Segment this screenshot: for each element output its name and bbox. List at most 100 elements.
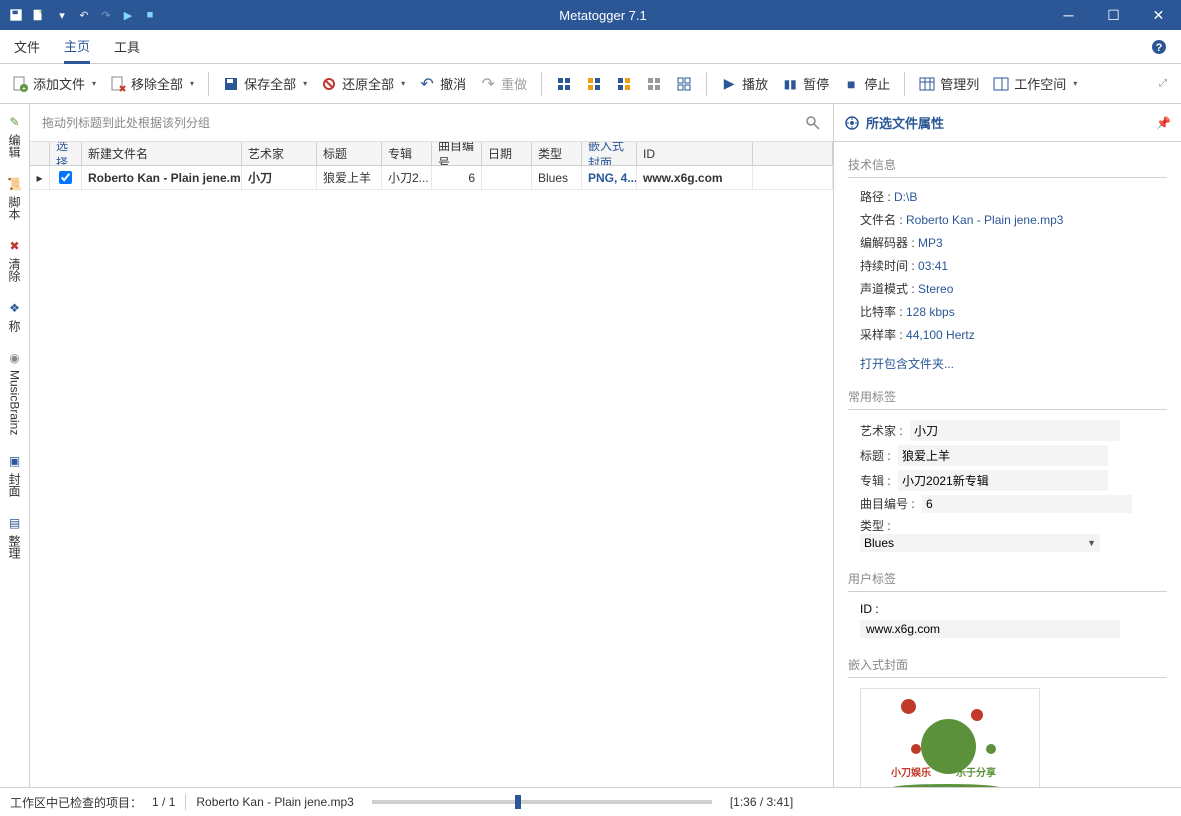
cover-preview[interactable]: 小刀娱乐 乐于分享 xyxy=(860,688,1040,787)
pause-icon: ▮▮ xyxy=(782,76,798,92)
table-row[interactable]: ▸ Roberto Kan - Plain jene.mp3 小刀 狼爱上羊 小… xyxy=(30,166,833,190)
cell-track[interactable]: 6 xyxy=(432,166,482,189)
field-genre[interactable]: 类型 : Blues▼ xyxy=(860,517,1167,552)
sidebar-item-edit[interactable]: ✎编辑 xyxy=(6,110,23,162)
search-icon[interactable] xyxy=(805,115,821,131)
panel-body: 技术信息 路径 : D:\B 文件名 : Roberto Kan - Plain… xyxy=(834,142,1181,787)
th-last[interactable] xyxy=(753,142,833,165)
workspace-button[interactable]: 工作空间▾ xyxy=(987,70,1083,97)
sidebar-item-cover[interactable]: ▣封面 xyxy=(6,449,23,501)
grid-icon xyxy=(556,76,572,92)
playback-slider[interactable] xyxy=(372,800,712,804)
field-id[interactable]: ID : www.x6g.com xyxy=(860,602,1167,638)
th-select[interactable]: 选择 xyxy=(50,142,82,165)
minimize-button[interactable]: ─ xyxy=(1046,0,1091,30)
panel-header: 所选文件属性 📌 xyxy=(834,104,1181,142)
qat-play-icon[interactable]: ▶ xyxy=(118,5,138,25)
status-checked-label: 工作区中已检查的项目： xyxy=(10,794,142,811)
kv-channel: 声道模式 : Stereo xyxy=(860,280,1167,297)
kv-duration: 持续时间 : 03:41 xyxy=(860,257,1167,274)
undo-button[interactable]: ↶ 撤消 xyxy=(413,70,472,97)
sidebar-item-musicbrainz[interactable]: ◉MusicBrainz xyxy=(7,346,23,439)
close-button[interactable]: ✕ xyxy=(1136,0,1181,30)
view-grid5[interactable] xyxy=(670,72,698,96)
th-id[interactable]: ID xyxy=(637,142,753,165)
section-cover: 嵌入式封面 xyxy=(848,656,1167,678)
tab-tools[interactable]: 工具 xyxy=(114,30,140,64)
chevron-down-icon: ▾ xyxy=(401,79,405,88)
sidebar-item-organize[interactable]: ▤整理 xyxy=(6,511,23,563)
th-cover[interactable]: 嵌入式封面 xyxy=(582,142,637,165)
pause-button[interactable]: ▮▮ 暂停 xyxy=(776,70,835,97)
view-grid4[interactable] xyxy=(640,72,668,96)
help-icon[interactable]: ? xyxy=(1151,39,1167,55)
add-file-button[interactable]: + 添加文件▾ xyxy=(6,70,102,97)
qat-redo-icon[interactable]: ↷ xyxy=(96,5,116,25)
group-by-hint[interactable]: 拖动列标题到此处根据该列分组 xyxy=(30,104,833,142)
manage-cols-button[interactable]: 管理列 xyxy=(913,70,985,97)
properties-icon xyxy=(844,115,860,131)
open-folder-link[interactable]: 打开包含文件夹... xyxy=(860,355,1167,372)
tab-home[interactable]: 主页 xyxy=(64,30,90,64)
expand-ribbon[interactable]: ⤢ xyxy=(1159,78,1175,89)
sidebar-item-clean[interactable]: ✖清除 xyxy=(6,234,23,286)
cell-genre[interactable]: Blues xyxy=(532,166,582,189)
remove-all-button[interactable]: 移除全部▾ xyxy=(104,70,200,97)
qat-dropdown[interactable]: ▾ xyxy=(52,5,72,25)
th-track[interactable]: 曲目编号 xyxy=(432,142,482,165)
file-table-area: 拖动列标题到此处根据该列分组 选择 新建文件名 艺术家 标题 专辑 曲目编号 日… xyxy=(30,104,833,787)
sidebar-item-identify[interactable]: ❖称 xyxy=(6,296,23,336)
status-current-file: Roberto Kan - Plain jene.mp3 xyxy=(196,795,353,809)
layout-icon xyxy=(993,76,1009,92)
restore-icon xyxy=(321,76,337,92)
chevron-down-icon: ▼ xyxy=(1087,538,1096,548)
view-grid1[interactable] xyxy=(550,72,578,96)
field-track[interactable]: 曲目编号 : 6 xyxy=(860,495,1167,513)
view-grid2[interactable] xyxy=(580,72,608,96)
tab-file[interactable]: 文件 xyxy=(14,30,40,64)
sidebar-item-script[interactable]: 📜脚本 xyxy=(6,172,23,224)
redo-icon: ↷ xyxy=(480,76,496,92)
th-indicator[interactable] xyxy=(30,142,50,165)
th-artist[interactable]: 艺术家 xyxy=(242,142,317,165)
field-album[interactable]: 专辑 : 小刀2021新专辑 xyxy=(860,470,1167,491)
svg-text:+: + xyxy=(39,8,44,16)
cell-title[interactable]: 狼爱上羊 xyxy=(317,166,382,189)
qat: + ▾ ↶ ↷ ▶ ■ xyxy=(0,5,160,25)
play-button[interactable]: ▶ 播放 xyxy=(715,70,774,97)
qat-add-icon[interactable]: + xyxy=(28,5,48,25)
th-genre[interactable]: 类型 xyxy=(532,142,582,165)
row-indicator: ▸ xyxy=(30,166,50,189)
grid-icon xyxy=(646,76,662,92)
qat-undo-icon[interactable]: ↶ xyxy=(74,5,94,25)
maximize-button[interactable]: ☐ xyxy=(1091,0,1136,30)
status-time: [1:36 / 3:41] xyxy=(730,795,793,809)
th-album[interactable]: 专辑 xyxy=(382,142,432,165)
field-artist[interactable]: 艺术家 : 小刀 xyxy=(860,420,1167,441)
th-title[interactable]: 标题 xyxy=(317,142,382,165)
qat-save-icon[interactable] xyxy=(6,5,26,25)
th-date[interactable]: 日期 xyxy=(482,142,532,165)
cell-filename[interactable]: Roberto Kan - Plain jene.mp3 xyxy=(82,166,242,189)
stop-button[interactable]: ■ 停止 xyxy=(837,70,896,97)
cell-id[interactable]: www.x6g.com xyxy=(637,166,753,189)
restore-all-button[interactable]: 还原全部▾ xyxy=(315,70,411,97)
cell-album[interactable]: 小刀2... xyxy=(382,166,432,189)
kv-sample: 采样率 : 44,100 Hertz xyxy=(860,326,1167,343)
cell-artist[interactable]: 小刀 xyxy=(242,166,317,189)
row-checkbox[interactable] xyxy=(50,166,82,189)
save-all-button[interactable]: 保存全部▾ xyxy=(217,70,313,97)
th-filename[interactable]: 新建文件名 xyxy=(82,142,242,165)
cell-cover[interactable]: PNG, 4... xyxy=(582,166,637,189)
field-title[interactable]: 标题 : 狼爱上羊 xyxy=(860,445,1167,466)
cell-date[interactable] xyxy=(482,166,532,189)
pin-icon[interactable]: 📌 xyxy=(1156,116,1171,130)
ribbon-tabs: 文件 主页 工具 ? xyxy=(0,30,1181,64)
undo-icon: ↶ xyxy=(419,76,435,92)
redo-button[interactable]: ↷ 重做 xyxy=(474,70,533,97)
view-grid3[interactable] xyxy=(610,72,638,96)
status-bar: 工作区中已检查的项目： 1 / 1 Roberto Kan - Plain je… xyxy=(0,788,1181,816)
chevron-down-icon: ▾ xyxy=(303,79,307,88)
left-sidebar: ✎编辑 📜脚本 ✖清除 ❖称 ◉MusicBrainz ▣封面 ▤整理 xyxy=(0,104,30,787)
qat-stop-icon[interactable]: ■ xyxy=(140,5,160,25)
